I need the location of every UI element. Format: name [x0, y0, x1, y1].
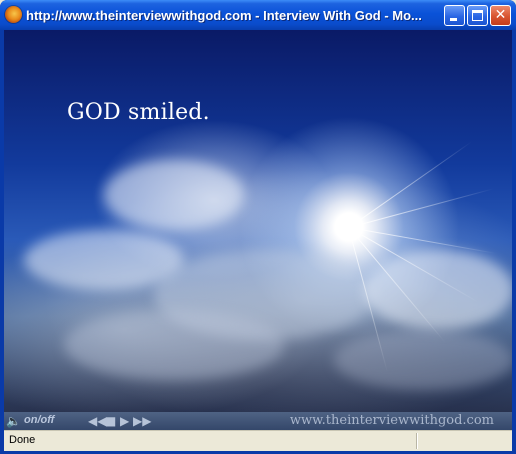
- cloud-shape: [104, 160, 244, 230]
- player-bar: 🔈 on/off ◀◀ ■ ▶ ▶▶ www.theinterviewwithg…: [4, 412, 512, 430]
- sun-ray: [349, 188, 495, 228]
- minimize-icon: [450, 18, 457, 21]
- cloud-shape: [364, 250, 512, 330]
- cloud-shape: [334, 330, 512, 390]
- rewind-icon[interactable]: ◀◀: [88, 413, 106, 429]
- title-bar[interactable]: http://www.theinterviewwithgod.com - Int…: [0, 0, 516, 30]
- close-icon: ✕: [494, 7, 507, 23]
- status-text: Done: [9, 434, 36, 446]
- play-icon[interactable]: ▶: [120, 413, 129, 429]
- maximize-icon: [472, 10, 483, 21]
- sun-ray: [349, 140, 473, 228]
- forward-icon[interactable]: ▶▶: [133, 413, 151, 429]
- close-button[interactable]: ✕: [490, 5, 511, 26]
- minimize-button[interactable]: [444, 5, 465, 26]
- stop-icon[interactable]: ■: [105, 413, 116, 429]
- site-link[interactable]: www.theinterviewwithgod.com: [290, 412, 494, 430]
- cloud-shape: [64, 310, 284, 380]
- browser-window: http://www.theinterviewwithgod.com - Int…: [0, 0, 516, 454]
- speaker-icon[interactable]: 🔈: [6, 414, 22, 428]
- status-bar: Done: [4, 430, 512, 451]
- window-title: http://www.theinterviewwithgod.com - Int…: [26, 8, 422, 23]
- sky-scene: GOD smiled.: [4, 30, 512, 412]
- status-divider: [416, 433, 418, 449]
- headline-text: GOD smiled.: [67, 100, 210, 125]
- maximize-button[interactable]: [467, 5, 488, 26]
- sound-toggle-button[interactable]: on/off: [24, 414, 54, 426]
- firefox-icon: [5, 6, 22, 23]
